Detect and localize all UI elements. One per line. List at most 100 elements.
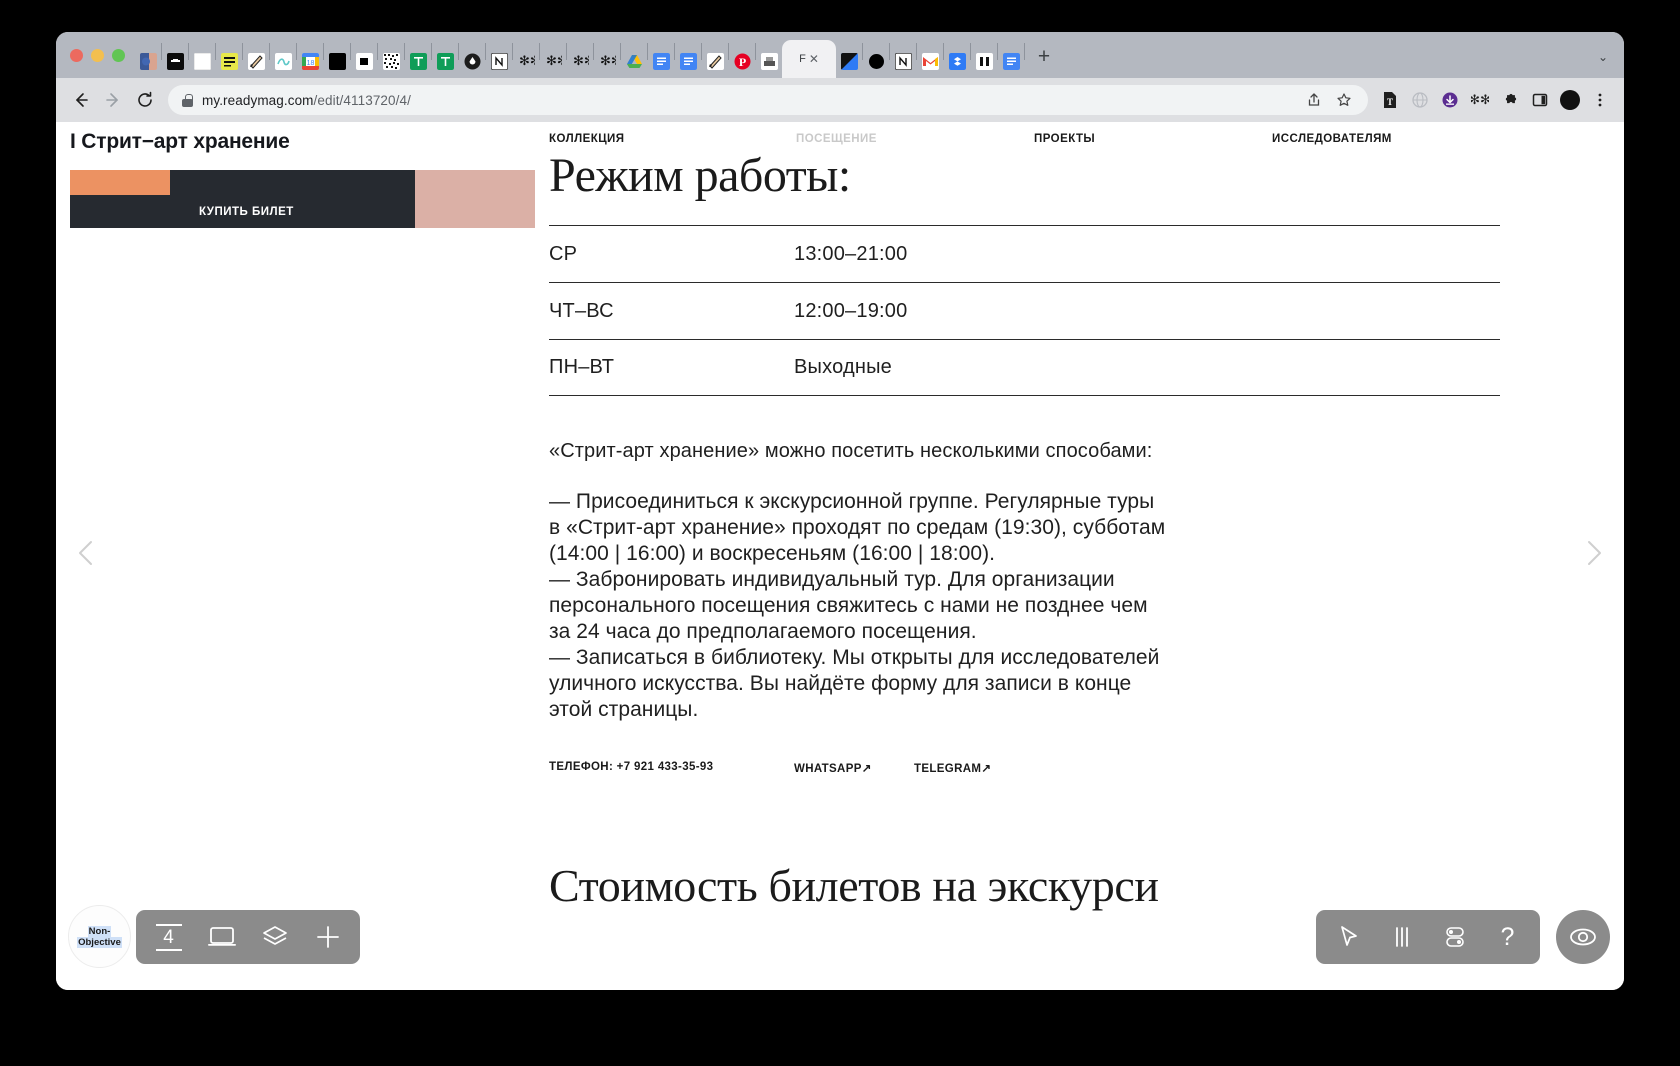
tab-google-docs[interactable]: [650, 44, 672, 78]
close-window-button[interactable]: [70, 48, 83, 62]
translate-extension-icon[interactable]: T: [1376, 86, 1404, 114]
download-extension-icon[interactable]: [1436, 86, 1464, 114]
tab-asterisk-1[interactable]: ✻✻: [515, 44, 537, 78]
table-row: ПН–ВТ Выходные: [549, 339, 1500, 396]
desktop-preview-tool[interactable]: [195, 910, 248, 964]
tab-small-black-square[interactable]: [353, 44, 375, 78]
active-tab[interactable]: F ✕: [782, 40, 836, 78]
tab-separator: [512, 42, 513, 60]
tab-separator: [593, 42, 594, 60]
omnibox-icons: [1300, 86, 1358, 114]
maximize-window-button[interactable]: [112, 48, 125, 62]
tab-separator: [431, 42, 432, 60]
section-heading-prices: Стоимость билетов на экскурси: [549, 860, 1159, 911]
profile-avatar-icon[interactable]: [1556, 86, 1584, 114]
table-row: ЧТ–ВС 12:00–19:00: [549, 282, 1500, 339]
new-tab-button[interactable]: +: [1027, 40, 1061, 74]
tab-separator: [674, 42, 675, 60]
tab-notion[interactable]: [488, 44, 510, 78]
tab-qr-noise[interactable]: [380, 44, 402, 78]
page-number-tool[interactable]: 4: [142, 910, 195, 964]
tab-dark-drop[interactable]: [461, 44, 483, 78]
share-icon[interactable]: [1300, 86, 1328, 114]
close-tab-icon[interactable]: ✕: [809, 52, 819, 66]
tab-google-docs-3[interactable]: [1000, 44, 1022, 78]
preview-eye-tool[interactable]: [1556, 910, 1610, 964]
page-number-box: 4: [155, 923, 182, 951]
pointer-tool[interactable]: [1322, 910, 1375, 964]
whatsapp-link[interactable]: WHATSAPP↗: [794, 761, 914, 775]
active-tab-label: F: [799, 53, 806, 65]
tab-search-chevron-down-icon[interactable]: ⌄: [1588, 40, 1618, 74]
tab-google-calendar[interactable]: 18: [299, 44, 321, 78]
screen: 18 ✻ ✻ ✻ ✻ P F ✕ + ⌄ my.readymag.com/edi…: [0, 0, 1680, 1066]
address-bar[interactable]: my.readymag.com/edit/4113720/4/: [168, 85, 1368, 115]
layers-tool[interactable]: [248, 910, 301, 964]
tab-asterisk-3[interactable]: ✻✻: [569, 44, 591, 78]
schedule-days: ЧТ–ВС: [549, 299, 614, 322]
tab-teal-scribble[interactable]: [272, 44, 294, 78]
tab-blue-triangle[interactable]: [838, 44, 860, 78]
columns-tool[interactable]: [1375, 910, 1428, 964]
tab-gmail[interactable]: [919, 44, 941, 78]
browser-window: 18 ✻ ✻ ✻ ✻ P F ✕ + ⌄ my.readymag.com/edi…: [56, 32, 1624, 990]
tab-white-blank[interactable]: [191, 44, 213, 78]
lock-icon: [182, 93, 193, 107]
asterisk-extension-icon[interactable]: ✻✻: [1466, 86, 1494, 114]
tab-pinterest[interactable]: P: [731, 44, 753, 78]
tab-drawing-hand-2[interactable]: [704, 44, 726, 78]
tab-separator: [296, 42, 297, 60]
browser-menu-icon[interactable]: [1586, 86, 1614, 114]
tab-separator: [943, 42, 944, 60]
back-button[interactable]: [66, 85, 96, 115]
side-panel-icon[interactable]: [1526, 86, 1554, 114]
forward-button[interactable]: [98, 85, 128, 115]
tab-google-drive[interactable]: [623, 44, 645, 78]
schedule-days: СР: [549, 242, 578, 265]
avatar[interactable]: Non- Objective: [68, 905, 131, 968]
tab-drawing-hand[interactable]: [245, 44, 267, 78]
tab-pause[interactable]: [973, 44, 995, 78]
pinned-tabs: 18 ✻ ✻ ✻ ✻ P F ✕ +: [137, 32, 1588, 78]
url-path: /edit/4113720/4/: [313, 92, 411, 108]
tab-google-sheets[interactable]: [407, 44, 429, 78]
bookmark-star-icon[interactable]: [1330, 86, 1358, 114]
svg-text:T: T: [1387, 97, 1393, 107]
url-text: my.readymag.com/edit/4113720/4/: [202, 93, 411, 108]
tab-separator: [566, 42, 567, 60]
prev-page-arrow[interactable]: [70, 536, 104, 570]
tab-black-square[interactable]: [326, 44, 348, 78]
tab-yellow-sticky[interactable]: [218, 44, 240, 78]
globe-extension-icon[interactable]: [1406, 86, 1434, 114]
page-rule-bottom: [155, 948, 182, 951]
next-page-arrow[interactable]: [1576, 536, 1610, 570]
tab-asterisk-4[interactable]: ✻✻: [596, 44, 618, 78]
page-rule-top: [155, 923, 182, 926]
tab-separator: [323, 42, 324, 60]
tab-google-sheets-2[interactable]: [434, 44, 456, 78]
toggles-tool[interactable]: [1428, 910, 1481, 964]
tab-asterisk-2[interactable]: ✻✻: [542, 44, 564, 78]
tab-separator: [269, 42, 270, 60]
phone-link[interactable]: ТЕЛЕФОН: +7 921 433-35-93: [549, 761, 794, 775]
buy-ticket-button[interactable]: КУПИТЬ БИЛЕТ: [186, 195, 415, 228]
page-number-value: 4: [163, 926, 174, 948]
tab-black-note[interactable]: [164, 44, 186, 78]
tab-google-docs-2[interactable]: [677, 44, 699, 78]
ticket-banner: КУПИТЬ БИЛЕТ: [70, 170, 535, 228]
tab-notion-2[interactable]: [892, 44, 914, 78]
window-controls: [64, 32, 137, 78]
reload-button[interactable]: [130, 85, 160, 115]
visit-intro-text: «Стрит-арт хранение» можно посетить неск…: [549, 440, 1153, 462]
help-tool[interactable]: ?: [1481, 910, 1534, 964]
page-title: I Стрит−арт хранение: [70, 130, 290, 153]
puzzle-extensions-icon[interactable]: [1496, 86, 1524, 114]
minimize-window-button[interactable]: [91, 48, 104, 62]
add-tool[interactable]: [301, 910, 354, 964]
telegram-link[interactable]: TELEGRAM↗: [914, 761, 991, 775]
tab-dropbox[interactable]: [946, 44, 968, 78]
tab-facebook-messenger[interactable]: [137, 44, 159, 78]
tab-printer[interactable]: [758, 44, 780, 78]
tab-black-circle[interactable]: [865, 44, 887, 78]
page-viewport: I Стрит−арт хранение КОЛЛЕКЦИЯ ПОСЕЩЕНИЕ…: [56, 122, 1624, 990]
